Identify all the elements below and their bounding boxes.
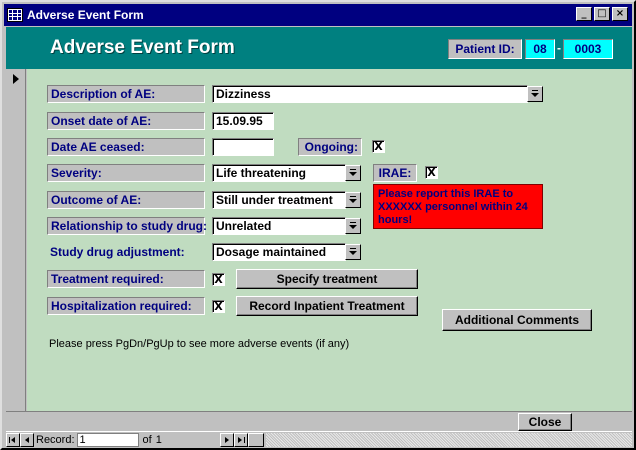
severity-field[interactable]: Life threatening (212, 164, 346, 182)
form-detail: Description of AE: Dizziness Onset date … (27, 69, 632, 411)
ongoing-checkbox[interactable]: X (372, 140, 385, 153)
current-record-arrow-icon (13, 74, 19, 84)
patient-number-field[interactable]: 0003 (563, 39, 613, 59)
hospitalization-label: Hospitalization required: (47, 297, 205, 315)
horizontal-scrollbar[interactable] (265, 433, 632, 447)
form-header: Adverse Event Form Patient ID: 08 - 0003 (6, 27, 632, 69)
form-footer: Close (6, 411, 632, 431)
description-label: Description of AE: (47, 85, 205, 103)
window-title: Adverse Event Form (27, 8, 144, 22)
record-label: Record: (36, 434, 75, 446)
record-navigation-bar: Record: 1 of 1 (6, 431, 632, 448)
outcome-dropdown-button[interactable] (345, 192, 361, 208)
record-number-field[interactable]: 1 (76, 433, 139, 447)
date-ceased-field[interactable] (212, 138, 274, 156)
navigation-hint: Please press PgDn/PgUp to see more adver… (49, 338, 350, 350)
date-ceased-label: Date AE ceased: (47, 138, 205, 156)
treatment-label: Treatment required: (47, 270, 205, 288)
ongoing-label: Ongoing: (298, 138, 362, 156)
outcome-field[interactable]: Still under treatment (212, 191, 346, 209)
next-record-button[interactable] (219, 433, 234, 447)
patient-site-field[interactable]: 08 (525, 39, 555, 59)
onset-date-label: Onset date of AE: (47, 112, 205, 130)
irae-warning-box: Please report this IRAE to XXXXXX person… (373, 184, 543, 229)
adjustment-field[interactable]: Dosage maintained (212, 243, 346, 261)
of-label: of (142, 434, 152, 446)
description-dropdown-button[interactable] (527, 86, 543, 102)
window-controls: _ □ × (576, 7, 628, 21)
adverse-event-window: Adverse Event Form _ □ × Adverse Event F… (0, 0, 636, 450)
record-selector[interactable] (6, 69, 26, 411)
severity-dropdown-button[interactable] (345, 165, 361, 181)
description-field[interactable]: Dizziness (212, 85, 528, 103)
close-button[interactable]: Close (518, 413, 572, 431)
new-record-button[interactable] (247, 433, 264, 447)
record-total: 1 (155, 434, 162, 446)
relationship-dropdown-button[interactable] (345, 218, 361, 234)
previous-record-button[interactable] (20, 433, 34, 447)
specify-treatment-button[interactable]: Specify treatment (236, 269, 418, 289)
irae-checkbox[interactable]: X (425, 166, 438, 179)
severity-label: Severity: (47, 164, 205, 182)
relationship-field[interactable]: Unrelated (212, 217, 346, 235)
first-record-button[interactable] (6, 433, 20, 447)
outcome-label: Outcome of AE: (47, 191, 205, 209)
close-window-button[interactable]: × (612, 7, 628, 21)
last-record-button[interactable] (233, 433, 248, 447)
form-title: Adverse Event Form (50, 37, 235, 58)
additional-comments-button[interactable]: Additional Comments (442, 309, 592, 331)
patient-id-separator: - (557, 41, 561, 55)
patient-id-label: Patient ID: (448, 39, 522, 59)
hospitalization-checkbox[interactable]: X (212, 300, 225, 313)
treatment-checkbox[interactable]: X (212, 273, 225, 286)
form-icon (7, 8, 23, 22)
irae-label: IRAE: (373, 164, 417, 182)
record-inpatient-treatment-button[interactable]: Record Inpatient Treatment (236, 296, 418, 316)
adjustment-label: Study drug adjustment: (50, 245, 185, 259)
title-bar[interactable]: Adverse Event Form _ □ × (4, 4, 632, 26)
maximize-button[interactable]: □ (594, 7, 610, 21)
minimize-button[interactable]: _ (576, 7, 592, 21)
adjustment-dropdown-button[interactable] (345, 244, 361, 260)
onset-date-field[interactable]: 15.09.95 (212, 112, 274, 130)
relationship-label: Relationship to study drug: (47, 217, 207, 235)
